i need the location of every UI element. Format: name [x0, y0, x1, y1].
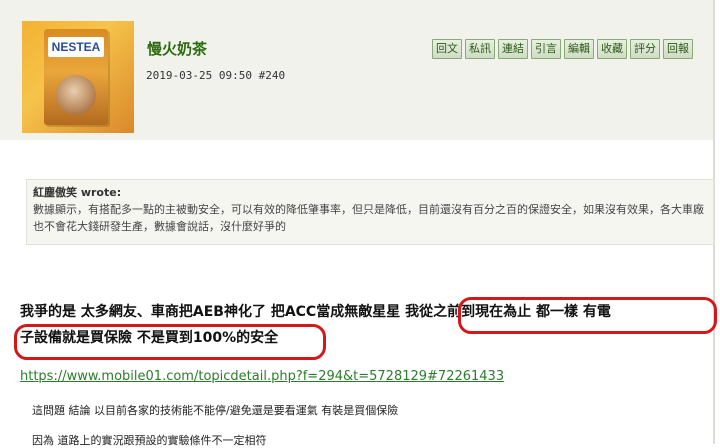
quote-block: 紅塵傲笑 wrote: 數據顯示，有搭配多一點的主被動安全，可以有效的降低肇事率… — [26, 179, 714, 245]
quote-author: 紅塵傲笑 wrote: — [33, 186, 122, 199]
bookmark-button[interactable]: 收藏 — [597, 39, 627, 59]
report-button[interactable]: 回報 — [663, 39, 693, 59]
post-body: 我爭的是 太多網友、車商把AEB神化了 把ACC當成無敵星星 我從之前到現在為止… — [20, 299, 710, 351]
private-message-button[interactable]: 私訊 — [465, 39, 495, 59]
nestea-box-image: NESTEA — [44, 29, 108, 125]
post-body-line-2: 子設備就是買保險 不是買到100%的安全 — [20, 330, 279, 346]
topic-link[interactable]: https://www.mobile01.com/topicdetail.php… — [20, 369, 504, 384]
avatar[interactable]: NESTEA — [22, 21, 134, 133]
milk-tea-cup-image — [56, 75, 96, 115]
link-button[interactable]: 連結 — [498, 39, 528, 59]
quote-button[interactable]: 引言 — [531, 39, 561, 59]
edit-button[interactable]: 編輯 — [564, 39, 594, 59]
reply-button[interactable]: 回文 — [432, 39, 462, 59]
quote-text: 數據顯示，有搭配多一點的主被動安全，可以有效的降低肇事率，但只是降低，目前還沒有… — [33, 203, 704, 233]
rate-button[interactable]: 評分 — [630, 39, 660, 59]
post-meta: 2019-03-25 09:50 #240 — [146, 69, 285, 82]
post-number: #240 — [258, 69, 286, 82]
post-paragraph-1: 這問題 結論 以目前各家的技術能不能停/避免還是要看運氣 有裝是買個保險 — [32, 404, 399, 417]
post-body-line-1: 我爭的是 太多網友、車商把AEB神化了 把ACC當成無敵星星 我從之前到現在為止… — [20, 304, 611, 320]
post-timestamp: 2019-03-25 09:50 — [146, 69, 252, 82]
username[interactable]: 慢火奶茶 — [147, 38, 207, 59]
post-paragraph-2: 因為 道路上的實況跟預設的實驗條件不一定相符 — [32, 434, 267, 447]
post-actions: 回文 私訊 連結 引言 編輯 收藏 評分 回報 — [432, 39, 693, 59]
avatar-logo: NESTEA — [48, 37, 104, 57]
